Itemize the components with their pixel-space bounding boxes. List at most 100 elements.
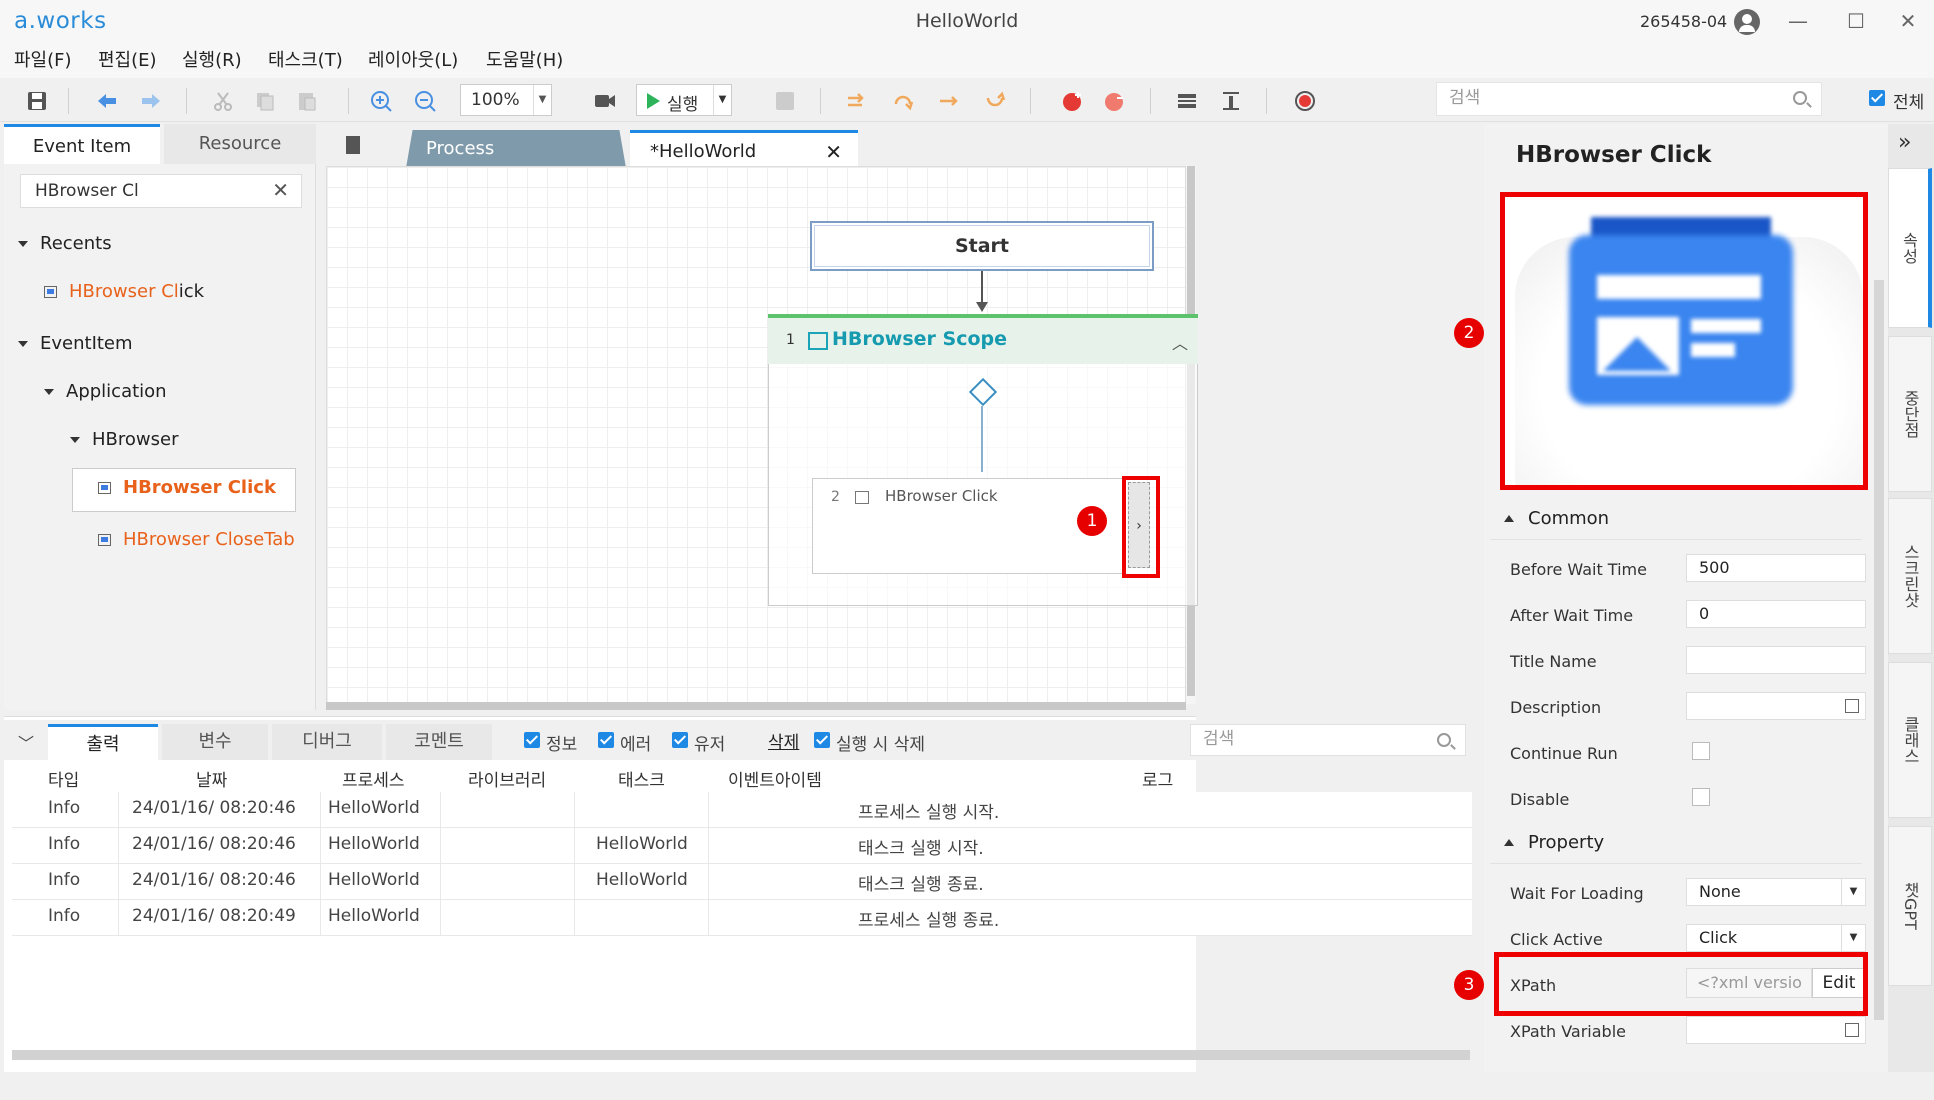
side-tab-screenshot[interactable]: 스크린샷 bbox=[1888, 498, 1932, 654]
section-property[interactable]: Property bbox=[1490, 824, 1862, 864]
toolbar-search-input[interactable] bbox=[1449, 88, 1769, 108]
click-active-select[interactable]: Click ▼ bbox=[1686, 924, 1866, 952]
all-checkbox[interactable] bbox=[1869, 90, 1885, 106]
xpath-variable-input[interactable] bbox=[1686, 1016, 1866, 1044]
chevron-down-icon[interactable]: ▼ bbox=[713, 85, 731, 115]
tree-item-hbrowser-closetab[interactable]: HBrowser CloseTab bbox=[98, 529, 295, 550]
chevron-down-icon[interactable]: ▼ bbox=[1841, 925, 1865, 951]
menu-edit[interactable]: 편집(E) bbox=[98, 46, 157, 72]
cut-icon[interactable] bbox=[212, 90, 234, 112]
column-header-library[interactable]: 라이브러리 bbox=[468, 766, 546, 791]
tree-node-application[interactable]: Application bbox=[44, 381, 167, 402]
forward-icon[interactable] bbox=[140, 90, 162, 112]
external-link-icon[interactable] bbox=[1845, 699, 1859, 713]
column-header-task[interactable]: 태스크 bbox=[618, 766, 665, 791]
save-icon[interactable] bbox=[26, 90, 48, 112]
tab-debug[interactable]: 디버그 bbox=[272, 724, 382, 760]
property-panel-scrollbar[interactable] bbox=[1874, 280, 1884, 1020]
back-icon[interactable] bbox=[96, 90, 118, 112]
table-row[interactable]: Info 24/01/16/ 08:20:46 HelloWorld Hello… bbox=[12, 828, 1472, 864]
step-out-icon[interactable] bbox=[938, 90, 960, 112]
zoom-out-icon[interactable] bbox=[414, 90, 436, 112]
menu-run[interactable]: 실행(R) bbox=[182, 46, 242, 72]
column-header-event-item[interactable]: 이벤트아이템 bbox=[728, 766, 822, 791]
align-top-icon[interactable] bbox=[1220, 90, 1242, 112]
filter-info-checkbox[interactable] bbox=[524, 732, 540, 748]
log-search-input[interactable] bbox=[1203, 729, 1423, 749]
section-common[interactable]: Common bbox=[1490, 500, 1862, 540]
chevron-up-icon[interactable]: ︿ bbox=[1172, 330, 1188, 354]
step-over-icon[interactable] bbox=[846, 90, 868, 112]
clear-icon[interactable]: ✕ bbox=[272, 178, 289, 202]
event-search-input[interactable]: HBrowser Cl ✕ bbox=[20, 174, 302, 208]
chevron-down-icon[interactable]: ▼ bbox=[1841, 879, 1865, 905]
close-window-button[interactable]: ✕ bbox=[1888, 6, 1928, 36]
filter-error-checkbox[interactable] bbox=[598, 732, 614, 748]
remove-breakpoint-icon[interactable] bbox=[1104, 90, 1126, 112]
menu-task[interactable]: 태스크(T) bbox=[268, 46, 343, 72]
zoom-select[interactable]: 100% ▼ bbox=[460, 84, 552, 116]
tab-variables[interactable]: 변수 bbox=[162, 724, 268, 760]
tab-process[interactable]: Process bbox=[406, 130, 626, 168]
side-tab-properties[interactable]: 속성 bbox=[1888, 168, 1932, 328]
wait-loading-select[interactable]: None ▼ bbox=[1686, 878, 1866, 906]
title-name-input[interactable] bbox=[1686, 646, 1866, 674]
stop-icon[interactable] bbox=[774, 90, 796, 112]
column-header-date[interactable]: 날짜 bbox=[196, 766, 227, 791]
column-header-process[interactable]: 프로세스 bbox=[342, 766, 405, 791]
run-button[interactable]: 실행 ▼ bbox=[636, 84, 732, 116]
copy-icon[interactable] bbox=[254, 90, 276, 112]
table-row[interactable]: Info 24/01/16/ 08:20:46 HelloWorld Hello… bbox=[12, 864, 1472, 900]
paste-icon[interactable] bbox=[296, 90, 318, 112]
side-tab-breakpoints[interactable]: 중단점 bbox=[1888, 336, 1932, 492]
canvas-horizontal-scrollbar[interactable] bbox=[326, 702, 1186, 710]
maximize-button[interactable]: ☐ bbox=[1836, 6, 1876, 36]
menu-file[interactable]: 파일(F) bbox=[14, 46, 72, 72]
side-tab-chatgpt[interactable]: 챗GPT bbox=[1888, 826, 1932, 986]
continue-run-checkbox[interactable] bbox=[1692, 742, 1710, 760]
tab-comment[interactable]: 코멘트 bbox=[386, 724, 492, 760]
user-avatar-icon[interactable] bbox=[1734, 9, 1760, 35]
after-wait-input[interactable]: 0 bbox=[1686, 600, 1866, 628]
tab-helloworld[interactable]: *HelloWorld ✕ bbox=[630, 130, 858, 168]
tree-item-hbrowser-click[interactable]: HBrowser Click bbox=[98, 477, 276, 498]
chevron-down-icon[interactable]: ▼ bbox=[533, 85, 551, 115]
search-icon[interactable] bbox=[1437, 733, 1451, 747]
collapse-icon[interactable]: ﹀ bbox=[18, 730, 34, 754]
record-icon[interactable] bbox=[1294, 90, 1316, 112]
tab-output[interactable]: 출력 bbox=[48, 724, 158, 760]
tree-node-recents[interactable]: Recents bbox=[18, 233, 112, 254]
delete-log-link[interactable]: 삭제 bbox=[768, 728, 799, 753]
disable-checkbox[interactable] bbox=[1692, 788, 1710, 806]
record-video-icon[interactable] bbox=[594, 90, 616, 112]
column-header-log[interactable]: 로그 bbox=[1142, 766, 1173, 791]
zoom-in-icon[interactable] bbox=[370, 90, 392, 112]
tree-item-recent-hbrowser-click[interactable]: HBrowser Click bbox=[44, 281, 204, 302]
step-into-icon[interactable] bbox=[892, 90, 914, 112]
filter-user-checkbox[interactable] bbox=[672, 732, 688, 748]
table-row[interactable]: Info 24/01/16/ 08:20:46 HelloWorld 프로세스 … bbox=[12, 792, 1472, 828]
align-center-icon[interactable] bbox=[1176, 90, 1198, 112]
add-breakpoint-icon[interactable] bbox=[1062, 90, 1084, 112]
menu-help[interactable]: 도움말(H) bbox=[486, 46, 563, 72]
delete-on-run-checkbox[interactable] bbox=[814, 732, 830, 748]
side-tab-class[interactable]: 클래스 bbox=[1888, 662, 1932, 818]
log-horizontal-scrollbar[interactable] bbox=[12, 1050, 1470, 1060]
tab-resource[interactable]: Resource bbox=[164, 124, 316, 164]
minimize-button[interactable]: — bbox=[1778, 6, 1818, 36]
scope-header[interactable]: 1 HBrowser Scope ︿ bbox=[768, 314, 1198, 364]
column-header-type[interactable]: 타입 bbox=[48, 766, 79, 791]
tree-node-hbrowser[interactable]: HBrowser bbox=[70, 429, 178, 450]
table-row[interactable]: Info 24/01/16/ 08:20:49 HelloWorld 프로세스 … bbox=[12, 900, 1472, 936]
tab-event-item[interactable]: Event Item bbox=[4, 124, 160, 164]
search-icon[interactable] bbox=[1793, 91, 1807, 105]
start-node[interactable]: Start bbox=[810, 221, 1154, 271]
expand-panel-icon[interactable]: » bbox=[1898, 130, 1911, 155]
tree-node-eventitem[interactable]: EventItem bbox=[18, 333, 133, 354]
continue-icon[interactable] bbox=[984, 90, 1006, 112]
external-link-icon[interactable] bbox=[1845, 1023, 1859, 1037]
description-input[interactable] bbox=[1686, 692, 1866, 720]
document-icon[interactable] bbox=[346, 136, 360, 154]
menu-layout[interactable]: 레이아웃(L) bbox=[368, 46, 458, 72]
before-wait-input[interactable]: 500 bbox=[1686, 554, 1866, 582]
